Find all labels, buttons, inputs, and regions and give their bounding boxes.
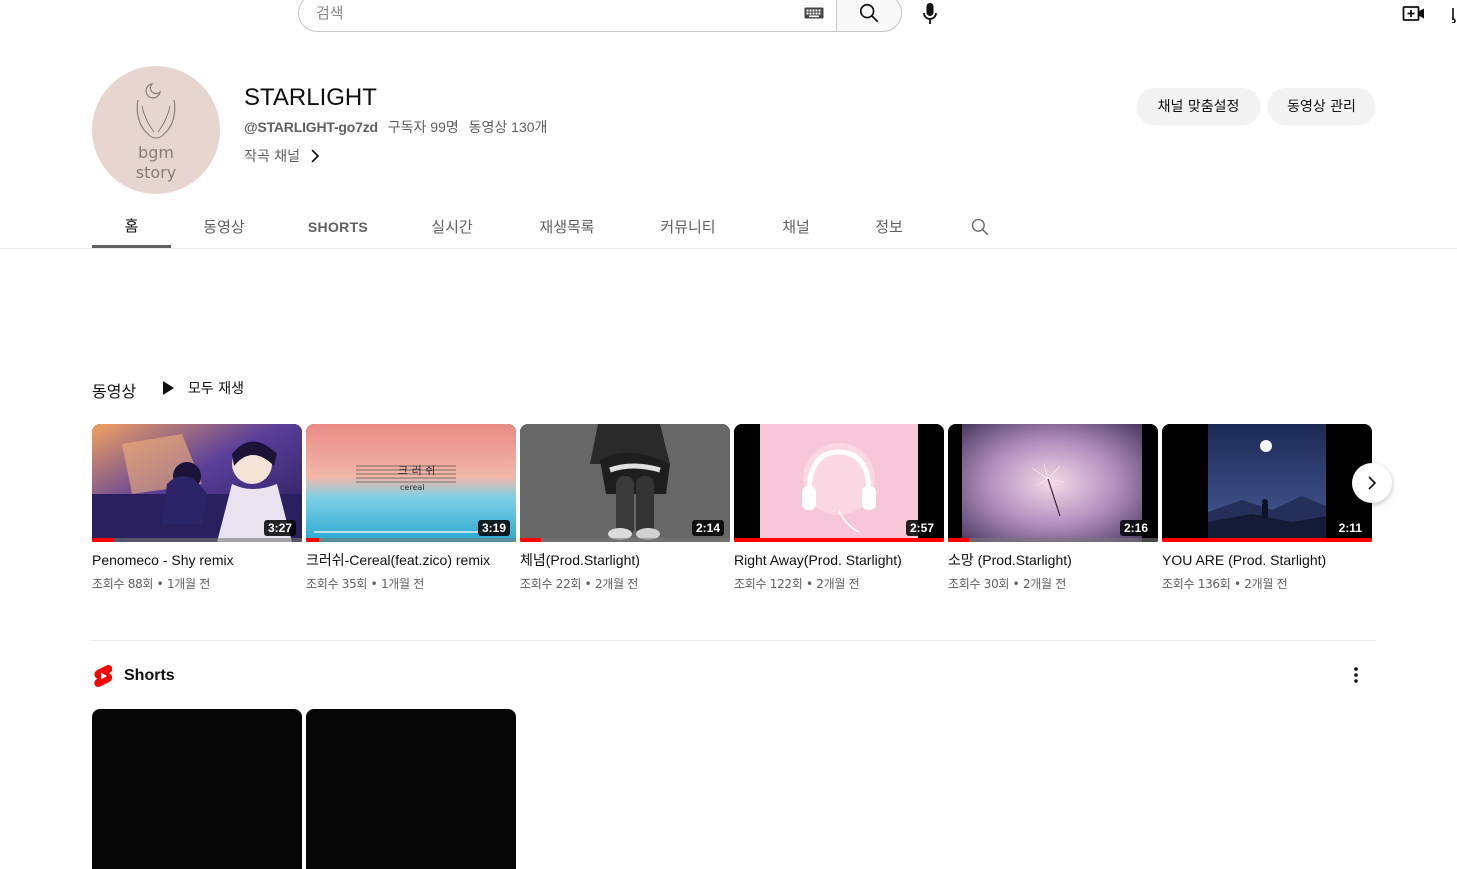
- create-button[interactable]: [1402, 3, 1426, 25]
- search-icon: [859, 3, 879, 23]
- video-thumbnail[interactable]: 2:57: [734, 424, 944, 542]
- video-meta: 조회수 136회 • 2개월 전: [1162, 577, 1288, 591]
- video-duration: 3:27: [263, 520, 296, 536]
- channel-description[interactable]: 작곡 채널: [244, 146, 320, 166]
- video-title[interactable]: YOU ARE (Prod. Starlight): [1162, 550, 1362, 570]
- shorts-header: Shorts: [92, 664, 175, 688]
- video-title[interactable]: 체념(Prod.Starlight): [520, 550, 720, 570]
- short-thumbnail[interactable]: [306, 709, 516, 869]
- watch-progress: [92, 538, 302, 542]
- shorts-more-button[interactable]: [1344, 664, 1368, 686]
- watch-progress: [520, 538, 730, 542]
- video-duration: 3:19: [477, 520, 510, 536]
- video-duration: 2:57: [905, 520, 938, 536]
- search-button[interactable]: [836, 0, 902, 32]
- section-divider: [92, 640, 1376, 641]
- video-title[interactable]: Right Away(Prod. Starlight): [734, 550, 934, 570]
- video-card[interactable]: 2:11 YOU ARE (Prod. Starlight) 조회수 136회 …: [1162, 424, 1372, 592]
- subscriber-count: 구독자 99명: [387, 119, 459, 135]
- video-card[interactable]: 3:27 Penomeco - Shy remix 조회수 88회 • 1개월 …: [92, 424, 302, 592]
- play-icon: [163, 381, 174, 395]
- thumbnail-text: 크 러 쉬: [398, 464, 435, 477]
- play-all-button[interactable]: 모두 재생: [160, 378, 244, 398]
- video-thumbnail[interactable]: 2:11: [1162, 424, 1372, 542]
- tab-shorts[interactable]: SHORTS: [302, 205, 374, 248]
- customize-channel-button[interactable]: 채널 맞춤설정: [1137, 88, 1260, 124]
- channel-handle: @STARLIGHT-go7zd: [244, 119, 378, 135]
- tabs-divider: [0, 248, 1457, 249]
- short-thumbnail[interactable]: [92, 709, 302, 869]
- video-card[interactable]: 2:16 소망 (Prod.Starlight) 조회수 30회 • 2개월 전: [948, 424, 1158, 592]
- videos-section-title[interactable]: 동영상: [92, 378, 136, 402]
- tab-community[interactable]: 커뮤니티: [652, 205, 724, 248]
- video-count: 동영상 130개: [468, 119, 548, 135]
- shorts-logo-icon: [94, 665, 113, 687]
- avatar-text-line2: story: [136, 163, 176, 182]
- tab-search-button[interactable]: [966, 205, 994, 248]
- tab-search-icon: [971, 218, 989, 235]
- tab-home[interactable]: 홈: [92, 205, 171, 248]
- video-thumbnail[interactable]: 크 러 쉬 cereal 3:19: [306, 424, 516, 542]
- chevron-right-icon: [311, 149, 320, 163]
- video-title[interactable]: 크러쉬-Cereal(feat.zico) remix: [306, 550, 506, 570]
- watch-progress: [948, 538, 1158, 542]
- chevron-right-icon: [1368, 476, 1377, 490]
- video-duration: 2:11: [1334, 520, 1366, 536]
- watch-progress: [1162, 538, 1372, 542]
- video-thumbnail[interactable]: 2:16: [948, 424, 1158, 542]
- video-card[interactable]: 2:14 체념(Prod.Starlight) 조회수 22회 • 2개월 전: [520, 424, 730, 592]
- avatar-text-line1: bgm: [138, 143, 174, 162]
- shorts-section-title[interactable]: Shorts: [124, 667, 175, 685]
- more-vert-icon: [1354, 667, 1358, 683]
- keyboard-icon[interactable]: [804, 5, 828, 21]
- channel-name: STARLIGHT: [244, 84, 377, 111]
- tab-channels[interactable]: 채널: [774, 205, 818, 248]
- video-meta: 조회수 22회 • 2개월 전: [520, 577, 639, 591]
- video-meta: 조회수 88회 • 1개월 전: [92, 577, 211, 591]
- channel-avatar: bgm story: [92, 66, 220, 194]
- carousel-next-button[interactable]: [1352, 463, 1392, 503]
- channel-meta: @STARLIGHT-go7zd 구독자 99명 동영상 130개: [244, 117, 553, 137]
- video-meta: 조회수 35회 • 1개월 전: [306, 577, 425, 591]
- mic-icon: [923, 3, 937, 24]
- tab-about[interactable]: 정보: [868, 205, 910, 248]
- channel-tabs: 홈 동영상 SHORTS 실시간 재생목록 커뮤니티 채널 정보: [92, 205, 1457, 248]
- video-thumbnail[interactable]: 2:14: [520, 424, 730, 542]
- video-duration: 2:14: [691, 520, 724, 536]
- search-input[interactable]: [316, 4, 804, 22]
- thumbnail-subtext: cereal: [400, 483, 424, 492]
- play-all-label: 모두 재생: [188, 381, 244, 397]
- tab-videos[interactable]: 동영상: [192, 205, 256, 248]
- create-video-icon: [1402, 6, 1424, 21]
- video-title[interactable]: 소망 (Prod.Starlight): [948, 550, 1148, 570]
- video-card[interactable]: 크 러 쉬 cereal 3:19 크러쉬-Cereal(feat.zico) …: [306, 424, 516, 592]
- video-meta: 조회수 30회 • 2개월 전: [948, 577, 1067, 591]
- search-box[interactable]: [298, 0, 836, 32]
- tab-playlists[interactable]: 재생목록: [532, 205, 602, 248]
- video-duration: 2:16: [1119, 520, 1152, 536]
- video-title[interactable]: Penomeco - Shy remix: [92, 550, 292, 570]
- manage-videos-button[interactable]: 동영상 관리: [1268, 88, 1375, 124]
- tab-live[interactable]: 실시간: [420, 205, 484, 248]
- watch-progress: [306, 538, 516, 542]
- video-card[interactable]: 2:57 Right Away(Prod. Starlight) 조회수 122…: [734, 424, 944, 592]
- notifications-icon[interactable]: [1452, 5, 1457, 23]
- video-thumbnail[interactable]: 3:27: [92, 424, 302, 542]
- watch-progress: [734, 538, 944, 542]
- voice-search-button[interactable]: [918, 0, 942, 28]
- video-meta: 조회수 122회 • 2개월 전: [734, 577, 860, 591]
- channel-description-text: 작곡 채널: [244, 149, 300, 165]
